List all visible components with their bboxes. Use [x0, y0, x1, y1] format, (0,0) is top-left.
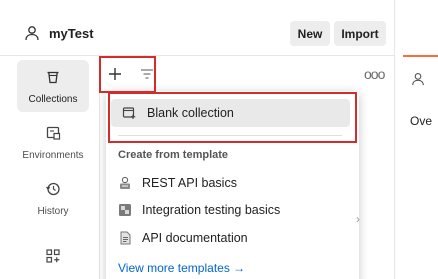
new-button[interactable]: New: [290, 21, 330, 46]
sidebar-item-add-apps[interactable]: [17, 238, 89, 279]
view-more-templates-link[interactable]: View more templates →: [118, 261, 245, 275]
sidebar-item-environments[interactable]: Environments: [17, 116, 89, 168]
template-section-header: Create from template: [118, 149, 229, 161]
template-label: API documentation: [142, 231, 248, 245]
add-apps-icon: [46, 249, 60, 263]
more-options-icon[interactable]: ooo: [364, 64, 385, 84]
template-integration-testing[interactable]: Integration testing basics: [118, 201, 280, 219]
sidebar-item-history[interactable]: History: [17, 172, 89, 224]
workspace-header: myTest New Import: [0, 0, 394, 56]
chevron-right-icon[interactable]: ›: [356, 212, 360, 226]
template-label: REST API basics: [142, 176, 237, 190]
history-icon: [46, 182, 60, 196]
sidebar-item-label: Collections: [28, 94, 78, 105]
user-icon[interactable]: [411, 72, 425, 86]
import-button[interactable]: Import: [334, 21, 386, 46]
integration-icon: [119, 204, 131, 216]
tab-overview[interactable]: Ove: [410, 114, 432, 128]
highlight-box-add: [99, 56, 156, 93]
rest-api-icon: [120, 176, 130, 189]
template-rest-api-basics[interactable]: REST API basics: [118, 174, 237, 192]
sidebar: Collections Environments History: [0, 56, 100, 279]
doc-icon: [120, 231, 131, 245]
highlight-box-blank-collection: [108, 92, 357, 143]
environment-icon: [46, 126, 61, 140]
template-label: Integration testing basics: [142, 203, 281, 217]
user-icon: [25, 26, 39, 41]
trash-bin-icon: [47, 71, 59, 84]
active-tab-indicator: [403, 55, 438, 57]
sidebar-item-collections[interactable]: Collections: [17, 60, 89, 112]
sidebar-item-label: History: [37, 206, 69, 217]
template-api-documentation[interactable]: API documentation: [118, 229, 248, 247]
workspace-name[interactable]: myTest: [49, 26, 94, 41]
right-panel: Ove: [394, 0, 438, 279]
sidebar-item-label: Environments: [22, 150, 84, 161]
